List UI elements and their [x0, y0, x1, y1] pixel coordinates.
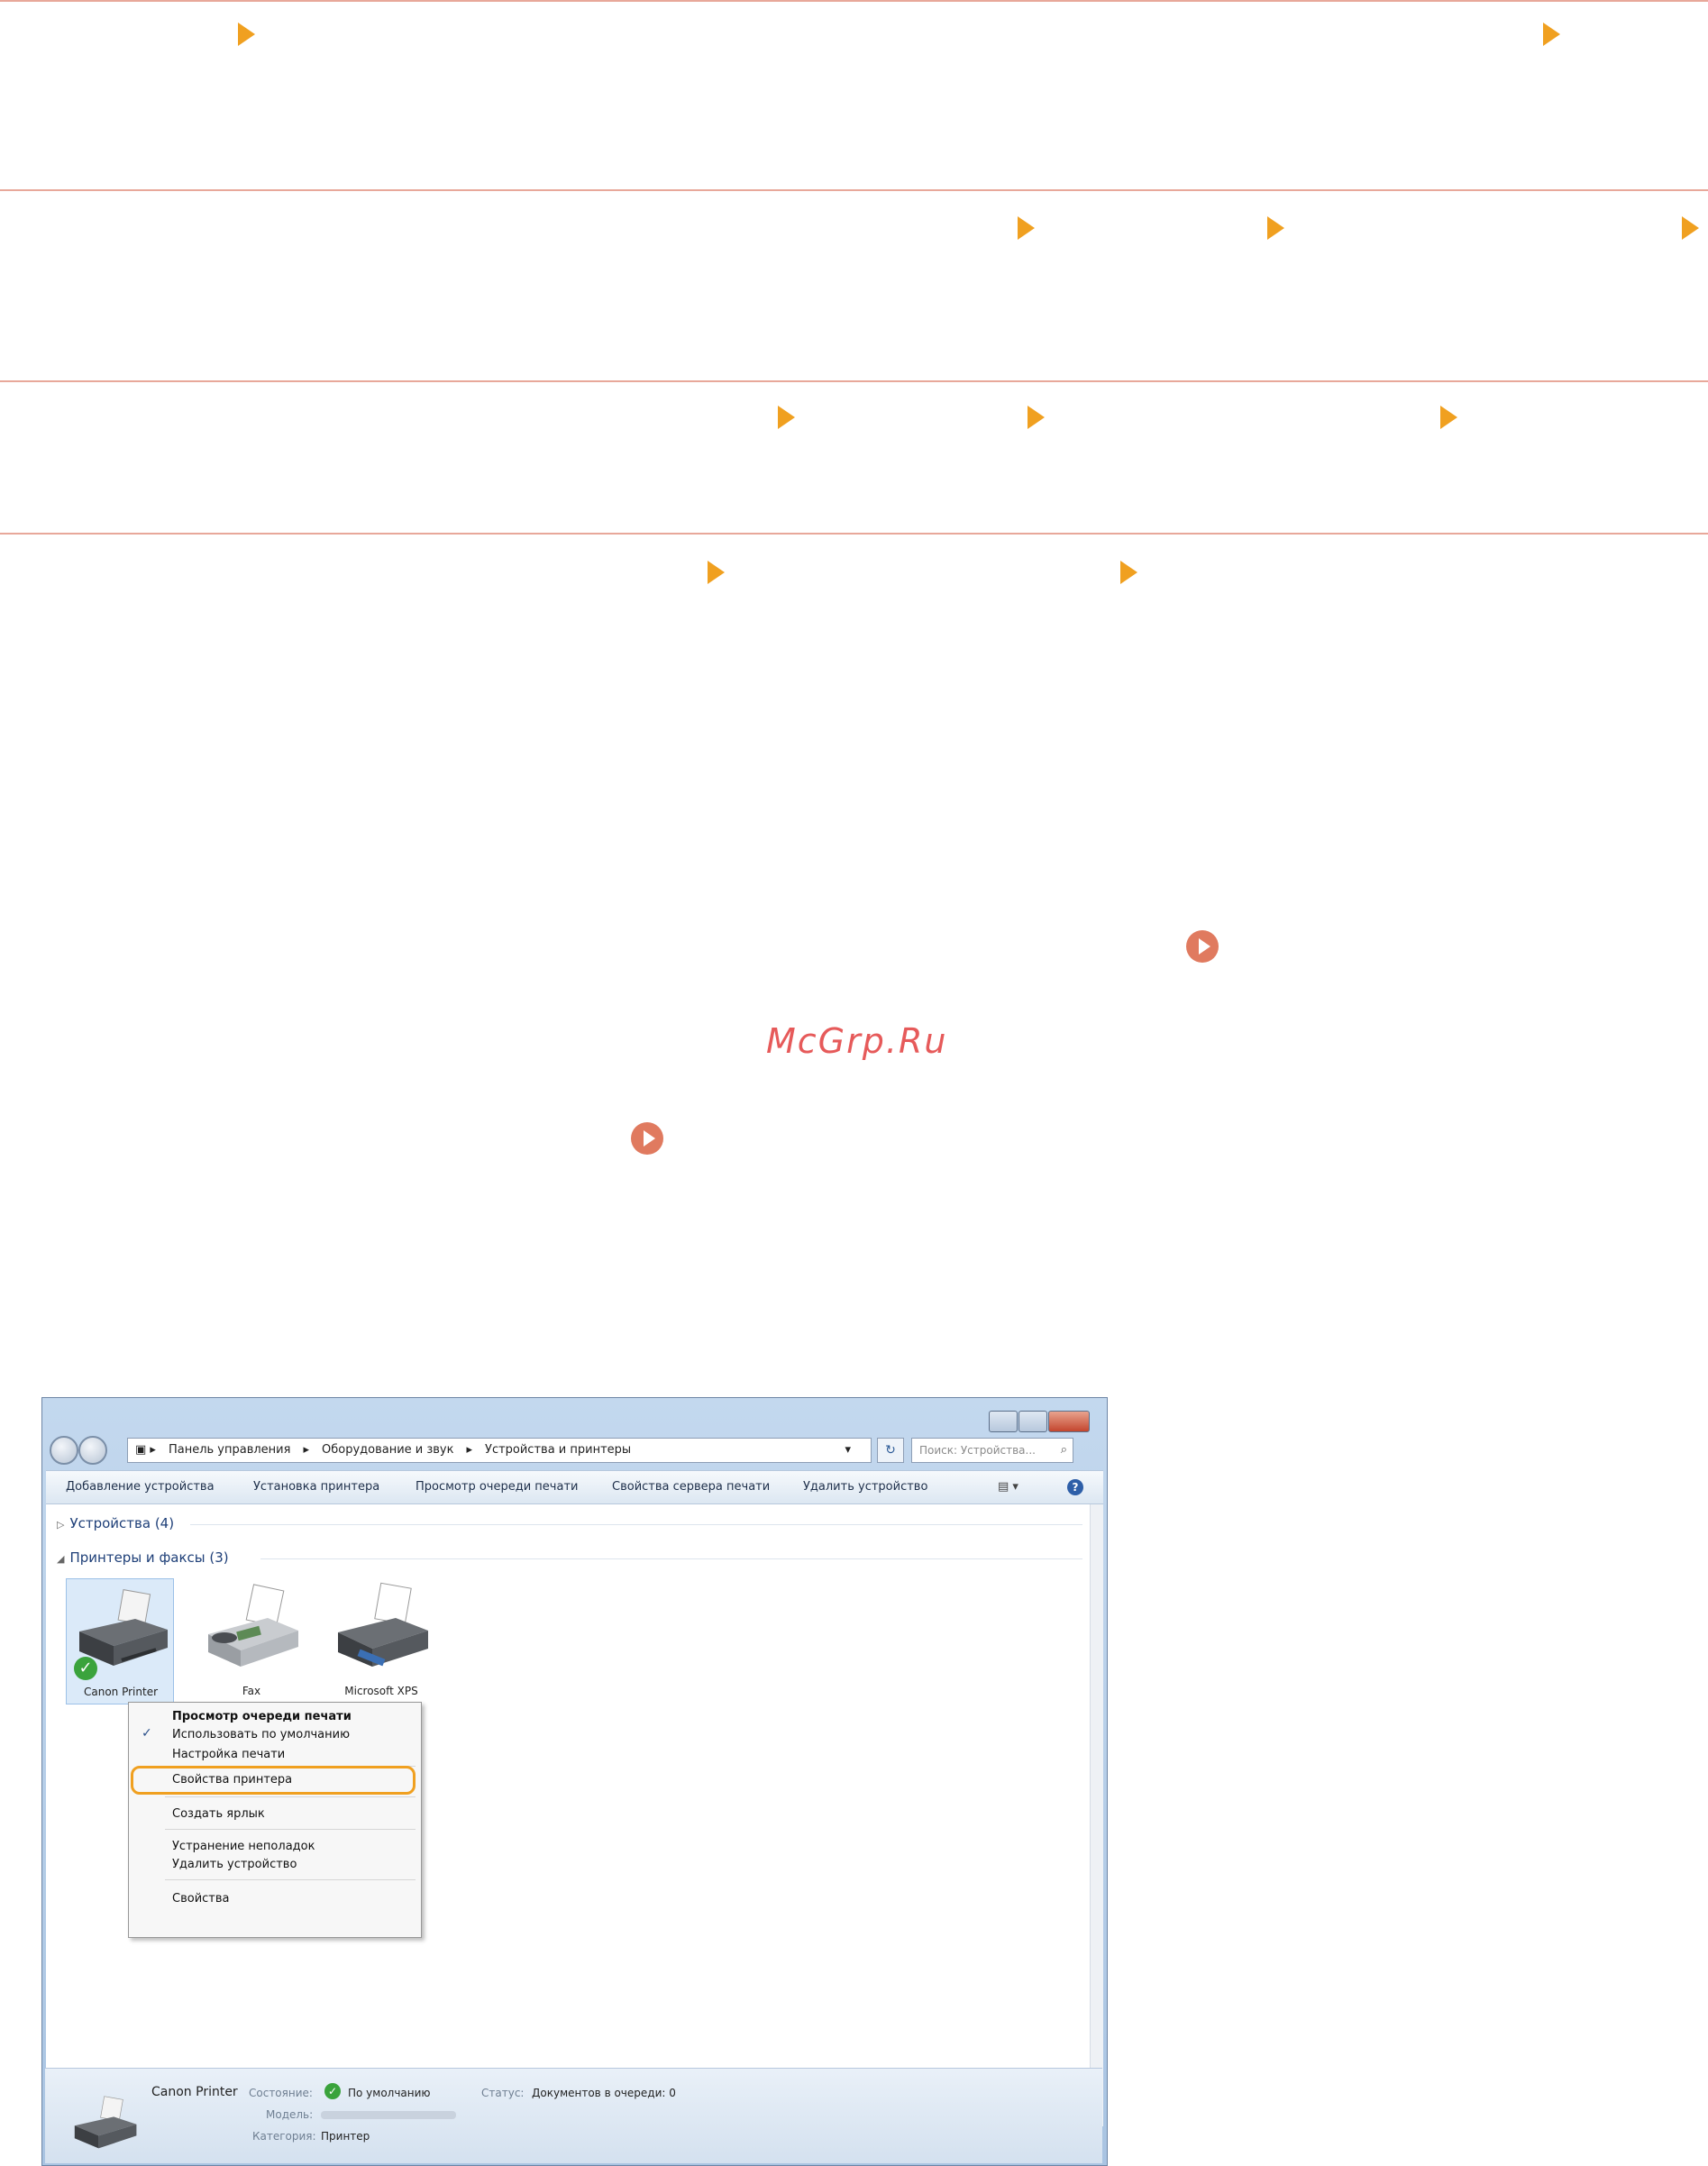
section-divider: [0, 533, 1708, 535]
menu-item-see-print-queue[interactable]: Просмотр очереди печати: [172, 1710, 352, 1723]
print-server-properties-button[interactable]: Свойства сервера печати: [612, 1471, 770, 1503]
play-link-icon[interactable]: [1186, 930, 1219, 963]
back-button[interactable]: [50, 1436, 78, 1465]
group-printers-label: Принтеры и факсы (3): [69, 1549, 229, 1566]
details-state-label: Состояние:: [249, 2087, 313, 2099]
section-divider: [0, 189, 1708, 191]
details-pane: Canon Printer Состояние: ✓ По умолчанию …: [45, 2068, 1102, 2163]
arrow-icon: [1543, 23, 1560, 46]
arrow-icon: [1120, 561, 1137, 584]
default-check-icon: ✓: [74, 1657, 97, 1680]
breadcrumb-separator: ▸: [303, 1443, 309, 1457]
context-menu: Просмотр очереди печати ✓ Использовать п…: [128, 1702, 422, 1938]
section-divider: [0, 0, 1708, 2]
details-state-value: По умолчанию: [348, 2087, 431, 2099]
search-input[interactable]: Поиск: Устройства... ⌕: [911, 1438, 1073, 1463]
refresh-button[interactable]: ↻: [877, 1438, 904, 1463]
breadcrumb-separator: ▸: [466, 1443, 473, 1457]
fax-icon: [208, 1584, 298, 1667]
breadcrumb-devices[interactable]: Устройства и принтеры: [485, 1443, 631, 1457]
dropdown-arrow-icon[interactable]: ▾: [845, 1439, 851, 1462]
group-devices[interactable]: ▷ Устройства (4): [57, 1515, 174, 1531]
group-devices-label: Устройства (4): [69, 1515, 175, 1531]
play-link-icon[interactable]: [631, 1122, 663, 1155]
address-bar[interactable]: ▣ ▸ Панель управления ▸ Оборудование и звук…: [127, 1438, 872, 1463]
command-bar: Добавление устройства Установка принтера…: [46, 1470, 1103, 1504]
arrow-icon: [1267, 216, 1284, 240]
arrow-icon: [1440, 406, 1457, 429]
group-divider: [190, 1524, 1082, 1525]
check-icon: ✓: [142, 1726, 152, 1741]
breadcrumb-control-panel[interactable]: Панель управления: [169, 1443, 291, 1457]
menu-item-printing-preferences[interactable]: Настройка печати: [172, 1748, 285, 1761]
expand-icon[interactable]: ▷: [57, 1519, 64, 1531]
search-placeholder: Поиск: Устройства...: [919, 1444, 1036, 1457]
device-microsoft-xps[interactable]: Microsoft XPS: [327, 1578, 435, 1704]
arrow-icon: [708, 561, 725, 584]
menu-item-properties[interactable]: Свойства: [172, 1892, 230, 1906]
menu-item-troubleshoot[interactable]: Устранение неполадок: [172, 1840, 315, 1853]
menu-separator: [165, 1796, 416, 1797]
details-category-value: Принтер: [321, 2130, 370, 2143]
remove-device-button[interactable]: Удалить устройство: [803, 1471, 927, 1503]
device-label: Microsoft XPS: [344, 1685, 418, 1697]
folder-icon: ▣ ▸: [135, 1443, 156, 1457]
menu-item-create-shortcut[interactable]: Создать ярлык: [172, 1807, 265, 1821]
maximize-button[interactable]: [1018, 1411, 1047, 1432]
details-status-value: Документов в очереди: 0: [532, 2087, 676, 2099]
arrow-icon: [1682, 216, 1699, 240]
printer-icon: [338, 1582, 428, 1667]
forward-button[interactable]: [78, 1436, 107, 1465]
section-divider: [0, 380, 1708, 382]
help-icon[interactable]: ?: [1067, 1479, 1083, 1495]
group-divider: [260, 1558, 1082, 1559]
vertical-scrollbar[interactable]: [1090, 1504, 1103, 2126]
device-label: Fax: [242, 1685, 261, 1697]
device-label: Canon Printer: [83, 1686, 159, 1698]
menu-item-remove-device[interactable]: Удалить устройство: [172, 1858, 297, 1871]
search-icon[interactable]: ⌕: [1061, 1439, 1067, 1462]
watermark: McGrp.Ru: [766, 1021, 948, 1061]
device-canon-printer[interactable]: ✓ Canon Printer: [66, 1578, 174, 1704]
arrow-icon: [1018, 216, 1035, 240]
details-model-label: Модель:: [266, 2108, 314, 2121]
arrow-icon: [1028, 406, 1045, 429]
close-button[interactable]: [1048, 1411, 1090, 1432]
highlight-outline: [131, 1766, 416, 1795]
arrow-icon: [778, 406, 795, 429]
blurred-model-value: [321, 2111, 456, 2119]
arrow-icon: [238, 23, 255, 46]
menu-item-set-default[interactable]: Использовать по умолчанию: [172, 1728, 350, 1741]
see-print-queue-button[interactable]: Просмотр очереди печати: [416, 1471, 578, 1503]
group-printers[interactable]: ◢ Принтеры и факсы (3): [57, 1549, 229, 1566]
view-options-icon[interactable]: ▤ ▾: [998, 1471, 1018, 1503]
status-ok-icon: ✓: [324, 2083, 341, 2099]
details-device-name: Canon Printer: [151, 2085, 238, 2099]
add-device-button[interactable]: Добавление устройства: [66, 1471, 215, 1503]
breadcrumb-hardware[interactable]: Оборудование и звук: [322, 1443, 454, 1457]
details-status-label: Статус:: [481, 2087, 525, 2099]
menu-separator: [165, 1829, 416, 1830]
collapse-icon[interactable]: ◢: [57, 1553, 64, 1565]
details-category-label: Категория:: [252, 2130, 316, 2143]
menu-separator: [165, 1879, 416, 1880]
minimize-button[interactable]: [989, 1411, 1018, 1432]
device-fax[interactable]: Fax: [197, 1578, 306, 1704]
add-printer-button[interactable]: Установка принтера: [253, 1471, 379, 1503]
printer-icon: [74, 2096, 137, 2149]
